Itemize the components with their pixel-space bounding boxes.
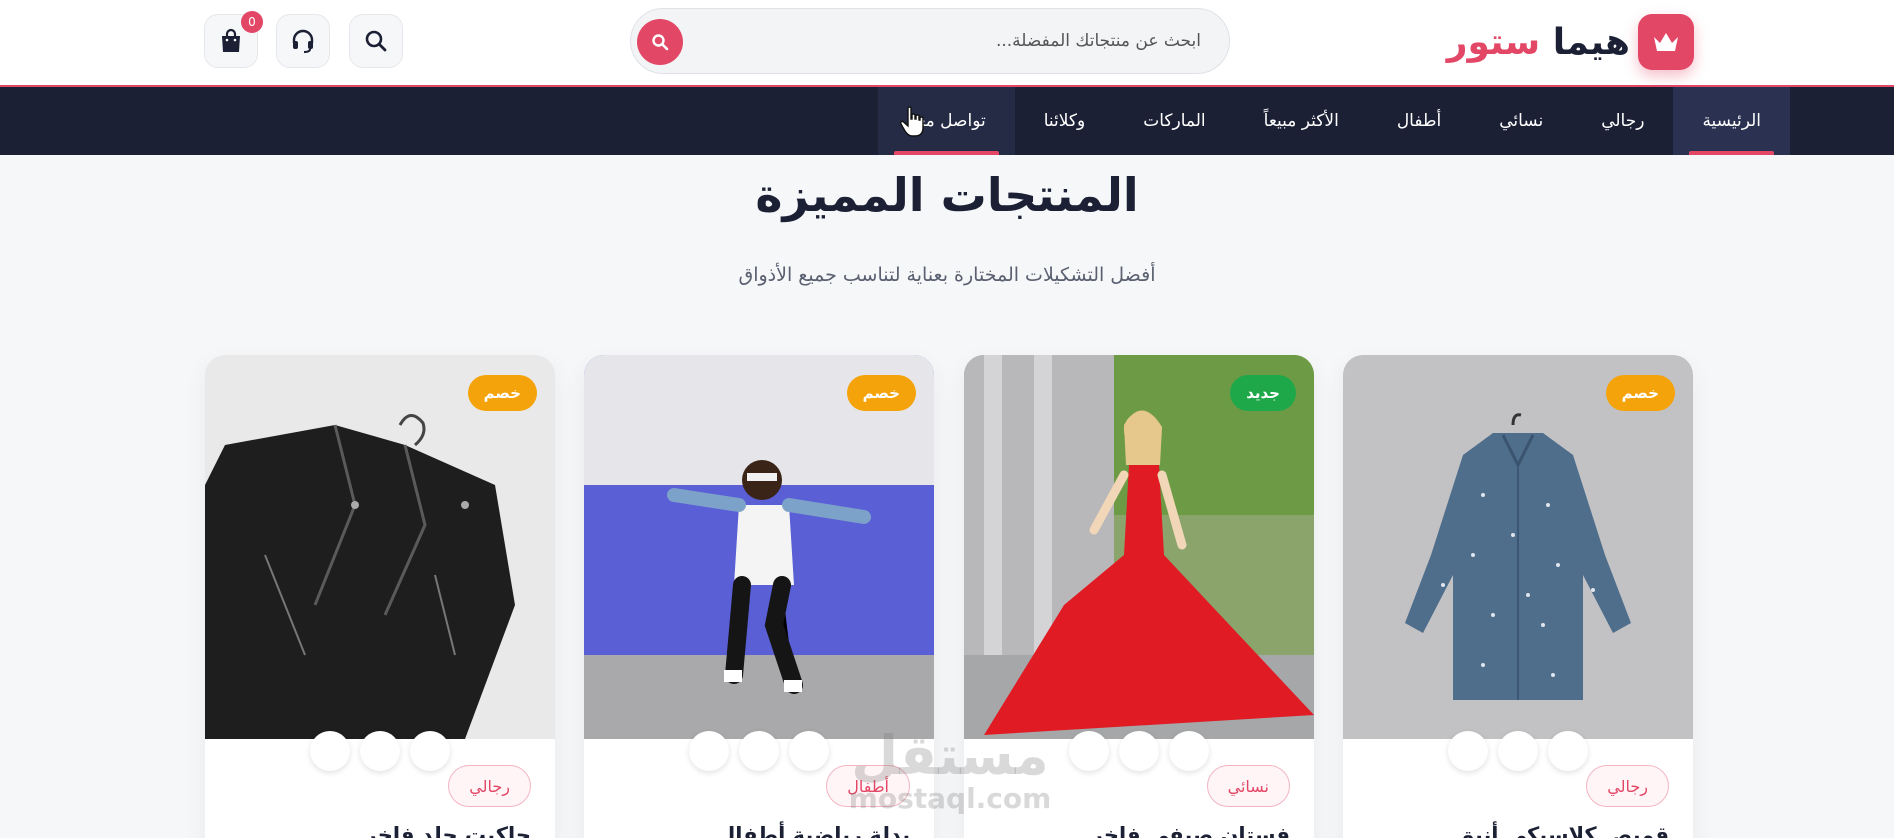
header-search-button[interactable] (349, 14, 403, 68)
product-category-chip[interactable]: نسائي (1206, 765, 1290, 807)
product-card[interactable]: خصم رجالي قميص كلاسيكي أنيق (1343, 355, 1693, 838)
search-icon (652, 34, 669, 51)
nav-item-best-sellers[interactable]: الأكثر مبيعاً (1235, 87, 1368, 155)
product-title[interactable]: قميص كلاسيكي أنيق (1456, 823, 1669, 838)
action-button[interactable] (410, 731, 450, 771)
product-badge: خصم (467, 375, 537, 411)
watermark: مستقل mostaql.com (830, 728, 1070, 814)
search-bar (630, 8, 1230, 74)
watermark-latin: mostaql.com (848, 782, 1052, 815)
section-subtitle: أفضل التشكيلات المختارة بعناية لتناسب جم… (738, 264, 1156, 286)
action-button[interactable] (1448, 731, 1488, 771)
brand-name-accent: ستور (1446, 21, 1541, 63)
product-image-kids-outfit[interactable] (584, 355, 934, 739)
shopping-bag-icon (222, 28, 240, 52)
product-image-dress[interactable] (964, 355, 1314, 739)
product-action-buttons (205, 731, 555, 771)
product-card[interactable]: خصم رجالي جاكيت جلد فاخر (205, 355, 555, 838)
action-button[interactable] (1498, 731, 1538, 771)
product-action-buttons (1343, 731, 1693, 771)
site-header: هيما ستور 0 (0, 0, 1894, 87)
product-image-leather-jacket[interactable] (205, 355, 555, 739)
action-button[interactable] (360, 731, 400, 771)
action-button[interactable] (1069, 731, 1109, 771)
product-title[interactable]: بدلة رياضية أطفال (717, 823, 910, 838)
product-badge: جديد (1230, 375, 1296, 411)
action-button[interactable] (1548, 731, 1588, 771)
product-badge: خصم (1605, 375, 1675, 411)
action-button[interactable] (1169, 731, 1209, 771)
watermark-arabic: مستقل (851, 724, 1049, 787)
crown-icon (1638, 14, 1694, 70)
action-button[interactable] (689, 731, 729, 771)
action-button[interactable] (1119, 731, 1159, 771)
headset-icon (292, 29, 314, 53)
nav-item-kids[interactable]: أطفال (1368, 87, 1470, 155)
cart-count-badge: 0 (241, 11, 263, 33)
product-badge: خصم (846, 375, 916, 411)
search-icon (365, 30, 387, 52)
product-title[interactable]: فستان صيفي فاخر (1091, 823, 1290, 838)
section-title: المنتجات المميزة (755, 168, 1139, 222)
action-button[interactable] (789, 731, 829, 771)
nav-item-agents[interactable]: وكلائنا (1015, 87, 1115, 155)
action-button[interactable] (310, 731, 350, 771)
site-logo[interactable]: هيما ستور (1447, 14, 1694, 70)
main-nav: الرئيسية رجالي نسائي أطفال الأكثر مبيعاً… (0, 87, 1894, 155)
product-category-chip[interactable]: رجالي (448, 765, 531, 807)
hand-cursor-icon (900, 106, 924, 137)
nav-item-contact[interactable]: تواصل معنا (878, 87, 1015, 155)
nav-item-brands[interactable]: الماركات (1114, 87, 1234, 155)
action-button[interactable] (739, 731, 779, 771)
nav-item-men[interactable]: رجالي (1572, 87, 1673, 155)
support-button[interactable] (276, 14, 330, 68)
brand-name-dark: هيما (1552, 21, 1630, 63)
nav-item-home[interactable]: الرئيسية (1673, 87, 1790, 155)
product-image-shirt[interactable] (1343, 355, 1693, 739)
product-category-chip[interactable]: رجالي (1586, 765, 1669, 807)
product-title[interactable]: جاكيت جلد فاخر (365, 823, 531, 838)
nav-item-women[interactable]: نسائي (1470, 87, 1572, 155)
search-submit-button[interactable] (637, 19, 683, 65)
brand-name: هيما ستور (1447, 22, 1630, 63)
search-input[interactable] (701, 9, 1201, 73)
cart-button[interactable]: 0 (204, 11, 263, 68)
